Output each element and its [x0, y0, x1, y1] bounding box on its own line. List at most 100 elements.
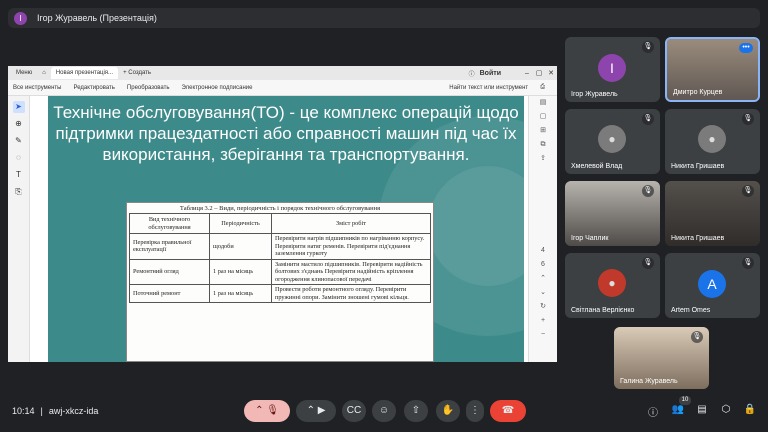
- page-total: 6: [541, 261, 545, 268]
- participant-name: Artem Omes: [671, 307, 711, 314]
- activities-icon[interactable]: ⬡: [719, 404, 733, 415]
- toolbar-convert[interactable]: Преобразовать: [127, 85, 170, 91]
- comment-icon[interactable]: ▢: [529, 110, 557, 124]
- table-cell: Провести роботи ремонтного огляду. Перев…: [271, 284, 431, 303]
- people-count-badge: 10: [679, 396, 691, 405]
- camera-toggle-button[interactable]: ⌃ ▶: [296, 400, 336, 422]
- presenter-title: Ігор Журавель (Презентація): [37, 13, 157, 23]
- menu-tab[interactable]: Меню: [11, 67, 37, 79]
- pages-icon[interactable]: ⧉: [529, 138, 557, 152]
- table-header: Зміст робіт: [271, 213, 431, 234]
- login-button[interactable]: Войти: [480, 70, 501, 77]
- help-icon[interactable]: ⓘ: [464, 67, 480, 79]
- slide: Технічне обслуговування(ТО) - це комплек…: [48, 96, 524, 362]
- participant-tile[interactable]: ● 🎙 Хмелевой Влад: [565, 109, 660, 174]
- participant-tile[interactable]: A 🎙 Artem Omes: [665, 253, 760, 318]
- participant-tile[interactable]: 🎙 Никита Гришаев: [665, 181, 760, 246]
- participant-name: Никита Гришаев: [671, 235, 725, 242]
- zoom-tool-icon[interactable]: ⊕: [13, 118, 25, 130]
- pdf-toolbar: Все инструменты Редактировать Преобразов…: [8, 80, 557, 96]
- new-tab-button[interactable]: + Создать: [118, 67, 156, 79]
- toolbar-edit[interactable]: Редактировать: [73, 85, 114, 91]
- participant-tile[interactable]: І 🎙 Ігор Журавель: [565, 37, 660, 102]
- presenter-bar: І Ігор Журавель (Презентація): [8, 8, 760, 28]
- home-icon[interactable]: ⌂: [37, 67, 51, 79]
- mic-toggle-button[interactable]: ⌃ 🎙: [244, 400, 290, 422]
- document-icon[interactable]: ▤: [529, 96, 557, 110]
- print-icon[interactable]: ⎙: [540, 84, 545, 91]
- scroll-up-icon[interactable]: ⌃: [529, 272, 557, 286]
- browser-tabs: Меню ⌂ Новая презентація... + Создать ⓘ …: [8, 66, 557, 80]
- people-icon[interactable]: 👥: [671, 404, 685, 415]
- presenter-avatar: І: [14, 11, 27, 25]
- table-cell: Перевірити нагрів підшипників по нагріва…: [271, 233, 431, 260]
- mic-off-icon: 🎙: [742, 185, 754, 197]
- avatar: ●: [598, 269, 626, 297]
- left-toolbar: ➤ ⊕ ✎ ◌ T ⎘: [8, 96, 30, 362]
- participant-tile[interactable]: 🎙 Ігор Чаплик: [565, 181, 660, 246]
- table-caption: Таблиця 3.2 – Види, періодичність і поря…: [179, 205, 381, 212]
- table-row: Перевірка правильної експлуатації щодоби…: [129, 233, 431, 260]
- avatar: ●: [598, 125, 626, 153]
- raise-hand-button[interactable]: ✋: [436, 400, 460, 422]
- table-cell: Поточний ремонт: [129, 284, 210, 303]
- scroll-down-icon[interactable]: ⌄: [529, 286, 557, 300]
- shared-screen: Меню ⌂ Новая презентація... + Создать ⓘ …: [8, 66, 557, 362]
- close-icon[interactable]: ✕: [545, 69, 557, 77]
- stamp-tool-icon[interactable]: ⎘: [13, 186, 25, 198]
- host-controls-icon[interactable]: 🔒: [743, 404, 757, 415]
- participant-name: Світлана Верлієнко: [571, 307, 635, 314]
- participant-tile[interactable]: ••• Дмитро Курцев: [665, 37, 760, 102]
- table-cell: 1 раз на місяць: [209, 284, 272, 303]
- select-tool-icon[interactable]: ➤: [12, 101, 25, 113]
- more-options-button[interactable]: ⋮: [466, 400, 484, 422]
- minimize-icon[interactable]: –: [521, 70, 533, 77]
- participant-name: Никита Гришаев: [671, 163, 725, 170]
- present-button[interactable]: ⇧: [404, 400, 428, 422]
- chat-icon[interactable]: ▤: [695, 404, 709, 415]
- zoom-out-icon[interactable]: −: [529, 328, 557, 342]
- mic-off-icon: 🎙: [642, 41, 654, 53]
- maintenance-table: Таблиця 3.2 – Види, періодичність і поря…: [126, 202, 434, 362]
- participant-tile[interactable]: ● 🎙 Никита Гришаев: [665, 109, 760, 174]
- toolbar-all-tools[interactable]: Все инструменты: [13, 85, 61, 91]
- info-icon[interactable]: ⓘ: [646, 404, 660, 419]
- mic-off-icon: 🎙: [742, 113, 754, 125]
- self-view-tile[interactable]: 🎙 Галина Журавель: [614, 327, 709, 389]
- toolbar-esign[interactable]: Электронное подписание: [182, 85, 253, 91]
- emoji-button[interactable]: ☺: [372, 400, 396, 422]
- participant-name: Дмитро Курцев: [673, 89, 723, 96]
- maximize-icon[interactable]: ▢: [533, 69, 545, 77]
- table-cell: Перевірка правильної експлуатації: [129, 233, 210, 260]
- participant-name: Ігор Журавель: [571, 91, 618, 98]
- clock: 10:14: [12, 406, 35, 416]
- refresh-icon[interactable]: ↻: [529, 300, 557, 314]
- more-options-icon[interactable]: •••: [739, 43, 753, 53]
- lasso-tool-icon[interactable]: ◌: [13, 152, 25, 164]
- participant-name: Хмелевой Влад: [571, 163, 623, 170]
- leave-call-button[interactable]: ☎: [490, 400, 526, 422]
- table-cell: Замінити мастило підшипників. Перевірити…: [271, 258, 431, 285]
- table-row: Поточний ремонт 1 раз на місяць Провести…: [129, 284, 431, 303]
- slide-title: Технічне обслуговування(ТО) - це комплек…: [53, 103, 519, 164]
- table-header: Періодичність: [209, 213, 272, 234]
- table-cell: 1 раз на місяць: [209, 258, 272, 285]
- meeting-info: 10:14 | awj-xkcz-ida: [12, 406, 99, 416]
- table-cell: щодоби: [209, 233, 272, 260]
- zoom-in-icon[interactable]: +: [529, 314, 557, 328]
- pen-tool-icon[interactable]: ✎: [13, 135, 25, 147]
- search-field[interactable]: Найти текст или инструмент: [449, 85, 528, 91]
- export-icon[interactable]: ⇪: [529, 152, 557, 166]
- table-header: Вид технічного обслуговування: [129, 213, 210, 234]
- participant-tile[interactable]: ● 🎙 Світлана Верлієнко: [565, 253, 660, 318]
- captions-button[interactable]: CC: [342, 400, 366, 422]
- page-number[interactable]: 4: [529, 244, 557, 258]
- mic-off-icon: 🎙: [691, 331, 703, 343]
- mic-off-icon: 🎙: [642, 185, 654, 197]
- participant-name: Ігор Чаплик: [571, 235, 609, 242]
- tab-presentation[interactable]: Новая презентація...: [50, 67, 119, 79]
- right-toolbar: ▤ ▢ ⊞ ⧉ ⇪ 4 6 ⌃ ⌄ ↻ + −: [528, 96, 557, 362]
- avatar: І: [598, 54, 626, 82]
- bookmark-icon[interactable]: ⊞: [529, 124, 557, 138]
- text-tool-icon[interactable]: T: [13, 169, 25, 181]
